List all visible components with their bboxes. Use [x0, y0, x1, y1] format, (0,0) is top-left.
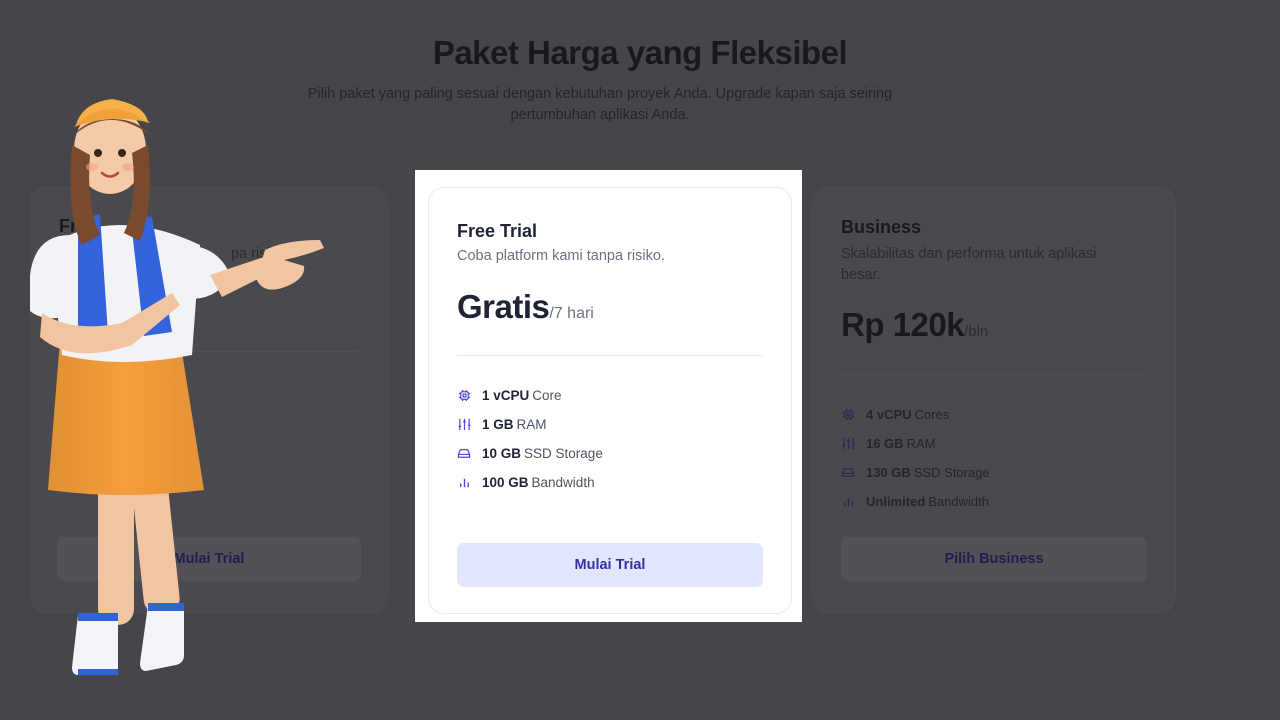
- feature-value: 4 vCPU: [866, 407, 912, 422]
- feature-item: 4 vCPU Cores: [841, 400, 990, 429]
- feature-value: Unlimited: [866, 494, 926, 509]
- feature-value: 1 GB: [482, 417, 514, 432]
- feature-item: 10 GB SSD Storage: [457, 439, 603, 468]
- price-period: /bln: [964, 323, 989, 340]
- page-title: Paket Harga yang Fleksibel: [432, 34, 848, 71]
- feature-item: Unlimited Bandwidth: [841, 487, 990, 516]
- highlight-spotlight: Free Trial Coba platform kami tanpa risi…: [415, 170, 802, 622]
- cpu-icon: [457, 389, 471, 403]
- pricing-card-free-trial: Free Trial Coba platform kami tanpa risi…: [428, 187, 792, 614]
- price-amount: Rp 120k: [841, 306, 965, 343]
- choose-business-button[interactable]: Pilih Business: [841, 537, 1147, 581]
- page-subtitle: Pilih paket yang paling sesuai dengan ke…: [307, 86, 893, 123]
- plan-description: Skalabilitas dan performa untuk aplikasi…: [841, 246, 1097, 283]
- feature-text: Cores: [914, 407, 950, 422]
- sliders-icon: [841, 437, 855, 451]
- feature-item: 100 GB Bandwidth: [457, 468, 603, 497]
- price: Rp 120k/bln: [841, 306, 988, 344]
- bar-chart-icon: [841, 495, 855, 509]
- feature-item: 16 GB RAM: [841, 429, 990, 458]
- sliders-icon: [457, 418, 471, 432]
- feature-text: Bandwidth: [928, 494, 989, 509]
- pricing-card-business: Business Skalabilitas dan performa untuk…: [812, 187, 1176, 613]
- feature-text: RAM: [906, 436, 936, 451]
- price-amount: Gratis: [457, 288, 550, 325]
- feature-item: 1 GB RAM: [457, 410, 603, 439]
- feature-item: 130 GB SSD Storage: [841, 458, 990, 487]
- feature-text: SSD Storage: [913, 465, 990, 480]
- price: Gratis/7 hari: [457, 288, 594, 326]
- price-period: /7 hari: [549, 305, 594, 322]
- pointing-character-illustration: [30, 99, 324, 675]
- feature-text: RAM: [516, 417, 547, 432]
- start-trial-button[interactable]: Mulai Trial: [457, 543, 763, 587]
- card-divider: [841, 374, 1147, 375]
- feature-item: 1 vCPU Core: [457, 381, 603, 410]
- plan-name: Free Trial: [457, 221, 538, 241]
- feature-value: 100 GB: [482, 475, 529, 490]
- feature-text: Bandwidth: [531, 475, 595, 490]
- plan-description: Coba platform kami tanpa risiko.: [457, 248, 665, 264]
- feature-value: 16 GB: [866, 436, 904, 451]
- card-divider: [457, 355, 763, 356]
- feature-value: 1 vCPU: [482, 388, 530, 403]
- cpu-icon: [841, 408, 855, 422]
- feature-value: 130 GB: [866, 465, 911, 480]
- feature-text: Core: [532, 388, 562, 403]
- plan-name: Business: [841, 217, 922, 237]
- drive-icon: [841, 466, 855, 480]
- feature-text: SSD Storage: [524, 446, 603, 461]
- drive-icon: [457, 447, 471, 461]
- feature-value: 10 GB: [482, 446, 522, 461]
- bar-chart-icon: [457, 476, 471, 490]
